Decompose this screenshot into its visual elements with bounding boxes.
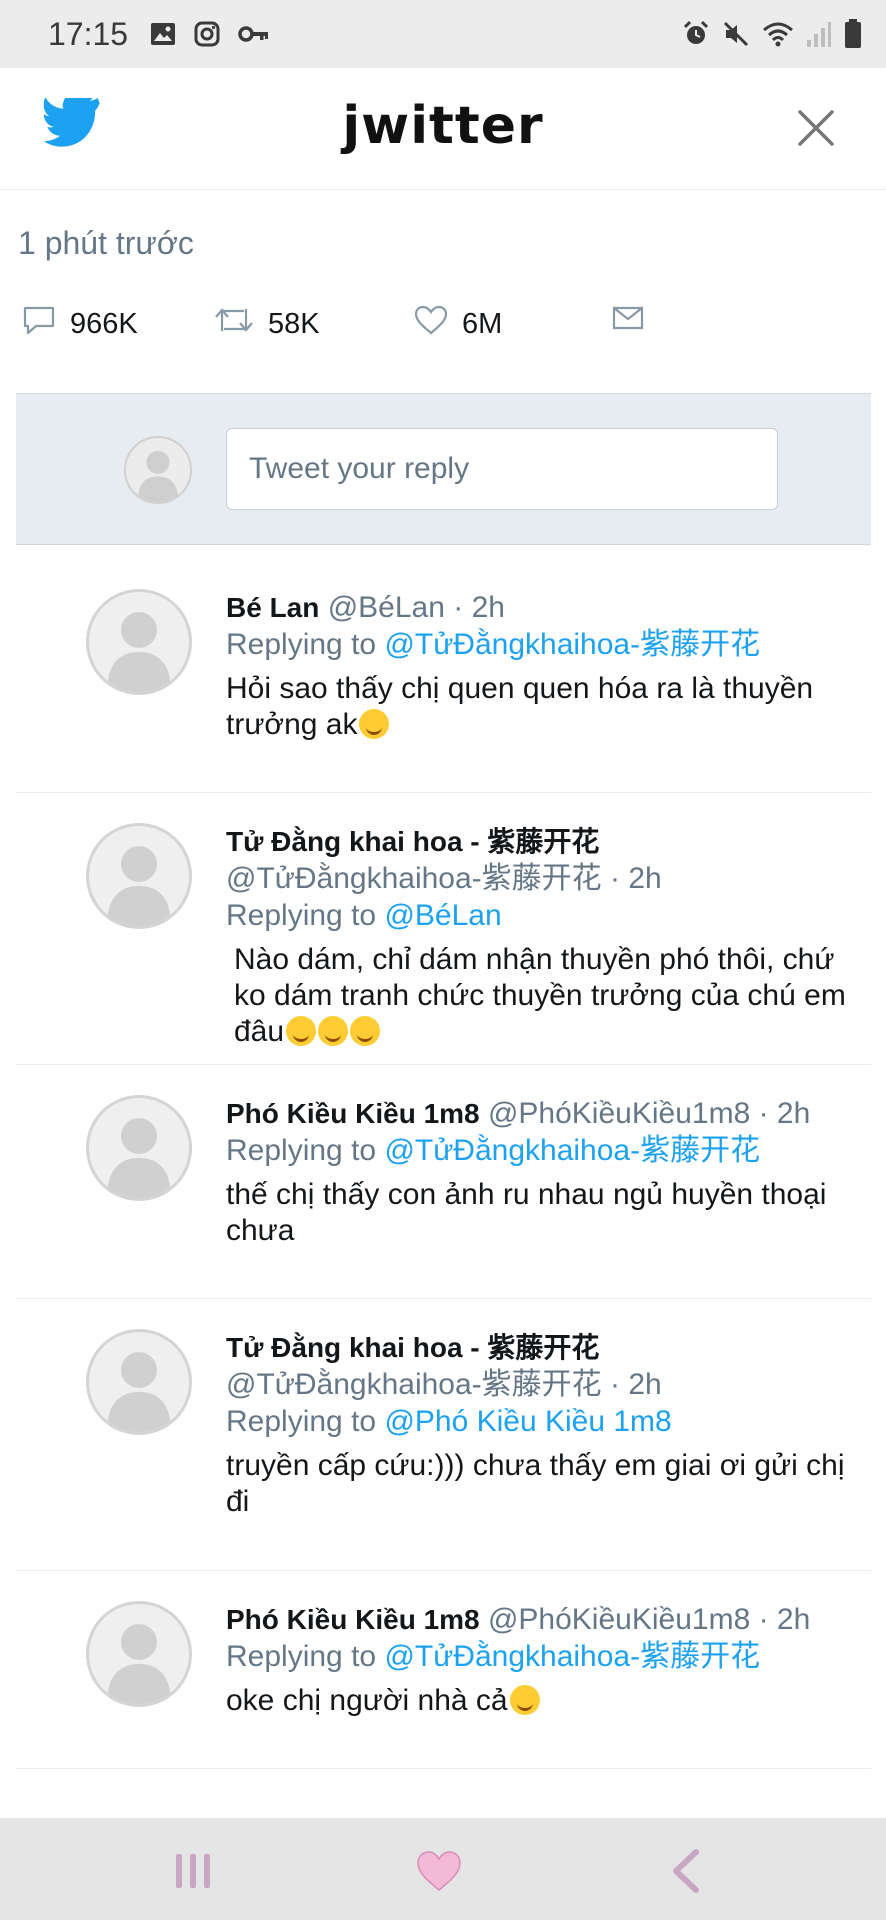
tweet-text: oke chị người nhà cả xyxy=(226,1683,861,1719)
tweet-text-content: Hỏi sao thấy chị quen quen hóa ra là thu… xyxy=(226,672,814,741)
reply-tweet[interactable]: Phó Kiều Kiều 1m8 @PhóKiềuKiều1m8 · 2h R… xyxy=(16,1571,871,1769)
retweet-count: 58K xyxy=(268,307,320,340)
tweet-body: Phó Kiều Kiều 1m8 @PhóKiềuKiều1m8 · 2h R… xyxy=(226,1601,861,1719)
reply-count: 966K xyxy=(70,307,138,340)
author-name[interactable]: Phó Kiều Kiều 1m8 xyxy=(226,1604,480,1635)
reply-tweet[interactable]: Tử Đằng khai hoa - 紫藤开花 @TửĐằngkhaihoa-紫… xyxy=(16,1299,871,1571)
app-header: jwitter xyxy=(0,68,886,190)
mention-link[interactable]: @TửĐằngkhaihoa-紫藤开花 xyxy=(384,1134,760,1167)
wifi-icon xyxy=(762,20,794,48)
mention-link[interactable]: @BéLan xyxy=(384,899,501,932)
tweet-text: thế chị thấy con ảnh ru nhau ngủ huyền t… xyxy=(226,1178,827,1247)
reply-stat[interactable]: 966K xyxy=(22,305,138,343)
replying-prefix: Replying to xyxy=(226,1640,377,1673)
tweet-body: Phó Kiều Kiều 1m8 @PhóKiềuKiều1m8 · 2h R… xyxy=(226,1095,861,1249)
author-name[interactable]: Tử Đằng khai hoa - 紫藤开花 xyxy=(226,823,861,860)
reply-tweet[interactable]: Tử Đằng khai hoa - 紫藤开花 @TửĐằngkhaihoa-紫… xyxy=(16,793,871,1065)
tweet-header: Phó Kiều Kiều 1m8 @PhóKiềuKiều1m8 · 2h xyxy=(226,1095,861,1132)
avatar[interactable] xyxy=(86,1095,192,1201)
close-icon[interactable] xyxy=(796,108,836,148)
key-icon xyxy=(238,24,270,44)
tweet-stats: 966K 58K 6M xyxy=(22,305,872,345)
like-stat[interactable]: 6M xyxy=(414,305,502,343)
status-time: 17:15 xyxy=(48,15,129,52)
author-handle: @PhóKiềuKiều1m8 · 2h xyxy=(487,1603,811,1636)
tweet-body: Bé Lan @BéLan · 2h Replying to @TửĐằngkh… xyxy=(226,589,861,743)
tweet-text: truyền cấp cứu:))) chưa thấy em giai ơi … xyxy=(226,1449,845,1518)
replying-prefix: Replying to xyxy=(226,899,377,932)
comment-icon xyxy=(22,305,56,343)
tweet-body: Tử Đằng khai hoa - 紫藤开花 @TửĐằngkhaihoa-紫… xyxy=(226,1329,861,1520)
alarm-icon xyxy=(682,20,710,48)
reply-input[interactable] xyxy=(226,428,778,510)
author-handle: @BéLan · 2h xyxy=(327,591,505,624)
heart-icon xyxy=(414,305,448,343)
smirk-emoji-icon xyxy=(359,709,390,739)
status-right-icons xyxy=(682,19,862,49)
author-handle: @TửĐằngkhaihoa-紫藤开花 · 2h xyxy=(226,862,662,895)
retweet-stat[interactable]: 58K xyxy=(214,305,320,343)
rofl-emoji-icon xyxy=(350,1016,381,1046)
mute-icon xyxy=(722,20,750,48)
dm-button[interactable] xyxy=(612,305,644,339)
tweet-body: Tử Đằng khai hoa - 紫藤开花 @TửĐằngkhaihoa-紫… xyxy=(226,823,861,1050)
avatar[interactable] xyxy=(86,1601,192,1707)
status-left-icons xyxy=(150,21,270,47)
mail-icon xyxy=(612,305,644,339)
retweet-icon xyxy=(214,305,254,343)
signal-icon xyxy=(806,20,832,48)
author-name[interactable]: Tử Đằng khai hoa - 紫藤开花 xyxy=(226,1329,861,1366)
grin-emoji-icon xyxy=(509,1685,540,1715)
tweet-timestamp: 1 phút trước xyxy=(18,225,194,261)
instagram-icon xyxy=(194,21,220,47)
mention-link[interactable]: @TửĐằngkhaihoa-紫藤开花 xyxy=(384,628,760,661)
avatar xyxy=(124,436,192,504)
battery-icon xyxy=(844,19,862,49)
status-bar: 17:15 xyxy=(0,0,886,68)
tweet-header: Phó Kiều Kiều 1m8 @PhóKiềuKiều1m8 · 2h xyxy=(226,1601,861,1638)
navigation-bar xyxy=(0,1818,886,1920)
mention-link[interactable]: @TửĐằngkhaihoa-紫藤开花 xyxy=(384,1640,760,1673)
author-handle: @TửĐằngkhaihoa-紫藤开花 · 2h xyxy=(226,1368,662,1401)
back-icon[interactable] xyxy=(662,1846,712,1896)
rofl-emoji-icon xyxy=(286,1016,317,1046)
reply-tweet[interactable]: Bé Lan @BéLan · 2h Replying to @TửĐằngkh… xyxy=(16,545,871,793)
rofl-emoji-icon xyxy=(318,1016,349,1046)
like-count: 6M xyxy=(462,307,503,340)
tweet-text-content: oke chị người nhà cả xyxy=(226,1684,508,1717)
tweet-header: Bé Lan @BéLan · 2h xyxy=(226,589,861,626)
author-name[interactable]: Phó Kiều Kiều 1m8 xyxy=(226,1098,480,1129)
reply-tweet[interactable]: Phó Kiều Kiều 1m8 @PhóKiềuKiều1m8 · 2h R… xyxy=(16,1065,871,1299)
author-handle: @PhóKiềuKiều1m8 · 2h xyxy=(487,1097,811,1130)
reply-composer xyxy=(16,393,871,545)
replying-prefix: Replying to xyxy=(226,1134,377,1167)
tweet-text: Hỏi sao thấy chị quen quen hóa ra là thu… xyxy=(226,671,861,743)
app-title: jwitter xyxy=(342,96,544,156)
replying-to: Replying to @TửĐằngkhaihoa-紫藤开花 xyxy=(226,1638,861,1675)
replying-to: Replying to @BéLan xyxy=(226,897,861,934)
avatar[interactable] xyxy=(86,589,192,695)
recents-icon[interactable] xyxy=(168,1846,218,1896)
mention-link[interactable]: @Phó Kiều Kiều 1m8 xyxy=(384,1405,671,1438)
home-heart-icon[interactable] xyxy=(414,1846,464,1896)
tweet-text: Nào dám, chỉ dám nhận thuyền phó thôi, c… xyxy=(226,942,861,1050)
replying-prefix: Replying to xyxy=(226,628,377,661)
replying-to: Replying to @TửĐằngkhaihoa-紫藤开花 xyxy=(226,1132,861,1169)
replying-prefix: Replying to xyxy=(226,1405,377,1438)
gallery-icon xyxy=(150,22,176,46)
replying-to: Replying to @TửĐằngkhaihoa-紫藤开花 xyxy=(226,626,861,663)
avatar[interactable] xyxy=(86,823,192,929)
replying-to: Replying to @Phó Kiều Kiều 1m8 xyxy=(226,1403,861,1440)
avatar[interactable] xyxy=(86,1329,192,1435)
author-name[interactable]: Bé Lan xyxy=(226,592,319,623)
